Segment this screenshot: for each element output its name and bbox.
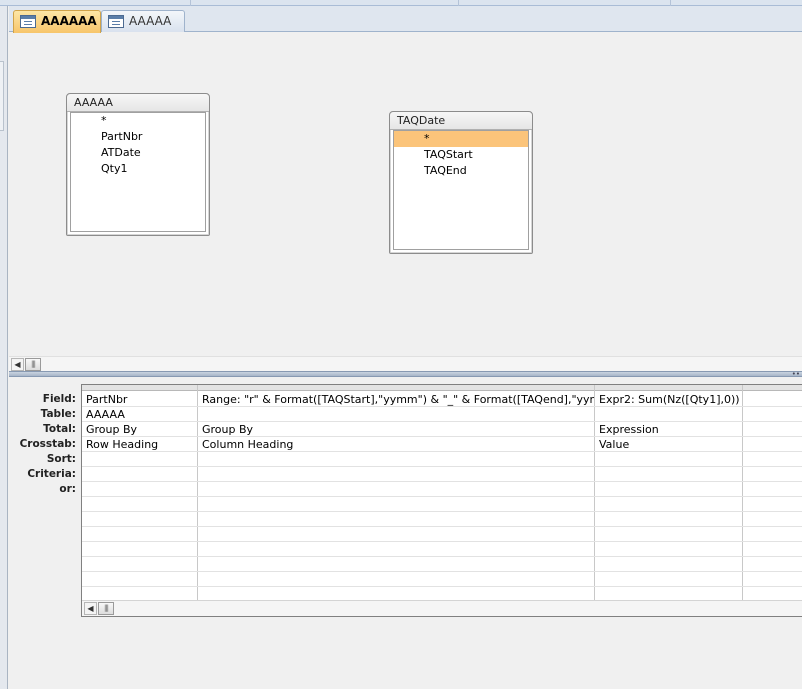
grid-cell-field[interactable]: PartNbr (82, 392, 197, 407)
column-selector[interactable] (743, 385, 802, 391)
navigation-pane-handle[interactable] (0, 61, 4, 131)
grid-cell-table[interactable] (595, 407, 742, 422)
row-label-total: Total: (43, 423, 76, 435)
grid-cell-sort[interactable] (82, 452, 197, 467)
grid-cell-field[interactable] (743, 392, 802, 407)
grid-cell-criteria[interactable] (595, 467, 742, 482)
grid-cell-sort[interactable] (198, 452, 594, 467)
row-divider (82, 586, 802, 587)
scroll-thumb[interactable]: ||| (98, 602, 114, 615)
grid-cell-criteria[interactable] (198, 467, 594, 482)
row-label-or: or: (59, 483, 76, 495)
document-tab-bar: AAAAAA AAAAA (9, 6, 802, 33)
field-list-taqdate[interactable]: TAQDate * TAQStart TAQEnd (389, 111, 533, 254)
grid-row-labels: Field: Table: Total: Crosstab: Sort: Cri… (9, 392, 76, 497)
grid-cell-or[interactable] (82, 482, 197, 497)
grid-cell-table[interactable]: AAAAA (82, 407, 197, 422)
grid-cell-total[interactable]: Group By (198, 422, 594, 437)
row-divider (82, 541, 802, 542)
grid-cell-crosstab[interactable]: Row Heading (82, 437, 197, 452)
grid-horizontal-scrollbar[interactable]: ◀ ||| (82, 600, 802, 616)
field-list-body: * TAQStart TAQEnd (393, 130, 529, 250)
field-list-item[interactable]: PartNbr (71, 129, 205, 145)
column-selector[interactable] (82, 385, 197, 391)
row-divider (82, 571, 802, 572)
grid-cell-total[interactable]: Expression (595, 422, 742, 437)
design-pane-horizontal-scrollbar[interactable]: ◀ ||| (9, 356, 802, 371)
scroll-thumb[interactable]: ||| (25, 358, 41, 371)
row-label-field: Field: (42, 393, 76, 405)
tab-label: AAAAAA (41, 14, 97, 28)
field-list-title[interactable]: AAAAA (67, 94, 209, 112)
row-label-crosstab: Crosstab: (19, 438, 76, 450)
field-list-aaaaa[interactable]: AAAAA * PartNbr ATDate Qty1 (66, 93, 210, 236)
grid-cell-or[interactable] (595, 482, 742, 497)
query-design-grid-pane: Field: Table: Total: Crosstab: Sort: Cri… (9, 377, 802, 689)
grid-cell-crosstab[interactable]: Column Heading (198, 437, 594, 452)
field-list-item-selected[interactable]: * (394, 131, 528, 147)
field-list-title[interactable]: TAQDate (390, 112, 532, 130)
query-icon (20, 15, 36, 28)
tab-query-aaaaa[interactable]: AAAAA (101, 10, 185, 32)
tab-query-aaaaaa[interactable]: AAAAAA (13, 10, 101, 33)
grid-cell-total[interactable] (743, 422, 802, 437)
row-label-table: Table: (40, 408, 76, 420)
column-selector[interactable] (198, 385, 594, 391)
scroll-left-icon[interactable]: ◀ (84, 602, 97, 615)
row-divider (82, 556, 802, 557)
field-list-item[interactable]: * (71, 113, 205, 129)
field-list-item[interactable]: TAQStart (394, 147, 528, 163)
table-design-pane[interactable]: AAAAA * PartNbr ATDate Qty1 TAQDate * TA… (9, 33, 802, 371)
row-label-criteria: Criteria: (27, 468, 76, 480)
field-list-item[interactable]: Qty1 (71, 161, 205, 177)
grid-cell-table[interactable] (743, 407, 802, 422)
grid-cell-crosstab[interactable] (743, 437, 802, 452)
navigation-pane-collapsed[interactable] (0, 6, 8, 689)
grid-cell-criteria[interactable] (82, 467, 197, 482)
grid-cell-field[interactable]: Expr2: Sum(Nz([Qty1],0)) (595, 392, 742, 407)
query-icon (108, 15, 124, 28)
grid-cell-crosstab[interactable]: Value (595, 437, 742, 452)
field-list-body: * PartNbr ATDate Qty1 (70, 112, 206, 232)
field-list-item[interactable]: ATDate (71, 145, 205, 161)
grid-cell-criteria[interactable] (743, 467, 802, 482)
scroll-left-icon[interactable]: ◀ (11, 358, 24, 371)
grid-cell-sort[interactable] (743, 452, 802, 467)
grid-cell-or[interactable] (743, 482, 802, 497)
row-divider (82, 511, 802, 512)
row-label-sort: Sort: (46, 453, 76, 465)
query-design-grid[interactable]: PartNbr AAAAA Group By Row Heading Range… (81, 384, 802, 617)
grid-cell-sort[interactable] (595, 452, 742, 467)
grid-cell-table[interactable] (198, 407, 594, 422)
grid-cell-or[interactable] (198, 482, 594, 497)
column-selector[interactable] (595, 385, 742, 391)
grid-cell-total[interactable]: Group By (82, 422, 197, 437)
grid-cell-field[interactable]: Range: "r" & Format([TAQStart],"yymm") &… (198, 392, 594, 407)
row-divider (82, 526, 802, 527)
tab-label: AAAAA (129, 14, 172, 28)
field-list-item[interactable]: TAQEnd (394, 163, 528, 179)
